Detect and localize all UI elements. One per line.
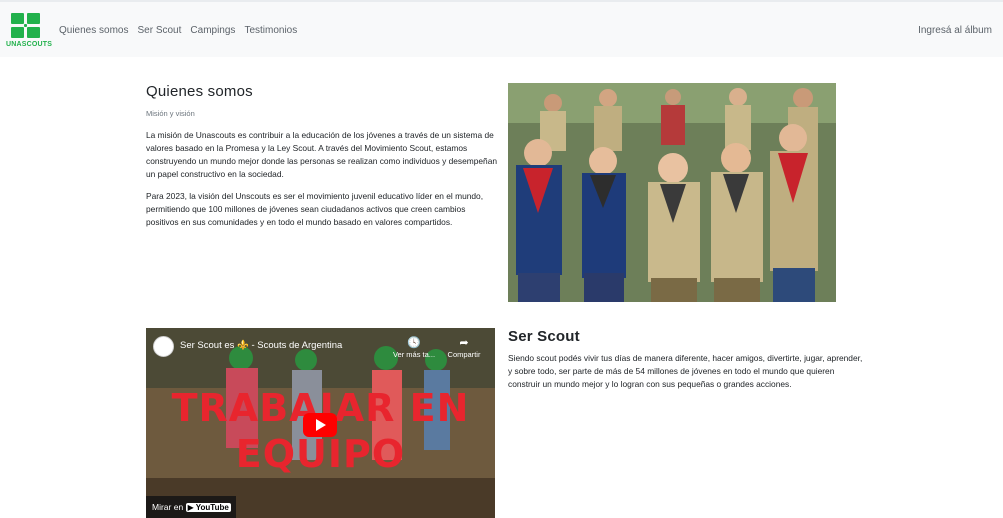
clock-icon: 🕓 [407,337,421,349]
video-overlay-line2: EQUIPO [235,432,406,476]
watch-later-label: Ver más ta... [392,350,436,359]
watch-later-button[interactable]: 🕓 Ver más ta... [389,336,439,359]
play-icon[interactable] [303,413,337,437]
quienes-somos-title: Quienes somos [146,83,253,100]
nav-campings[interactable]: Campings [190,25,235,36]
watch-on-label: Mirar en [152,502,184,512]
nav-testimonios[interactable]: Testimonios [244,25,297,36]
nav-ser-scout[interactable]: Ser Scout [137,25,181,36]
share-label: Compartir [447,350,481,359]
mision-paragraph: La misión de Unascouts es contribuir a l… [146,130,498,179]
share-button[interactable]: ➦ Compartir [439,336,489,359]
ser-scout-title: Ser Scout [508,328,580,345]
vision-paragraph: Para 2023, la visión del Unscouts es ser… [146,191,484,227]
quienes-somos-section: Quienes somos Misión y visión La misión … [146,83,498,229]
scouts-photo-illustration [508,83,836,302]
brand-logo-link[interactable]: UNASCOUTS [6,13,53,48]
channel-avatar[interactable] [153,336,174,357]
brand-name: UNASCOUTS [6,41,53,48]
video-title[interactable]: Ser Scout es ⚜️ - Scouts de Argentina [180,340,342,351]
share-icon: ➦ [459,337,469,349]
youtube-video-embed[interactable]: Ser Scout es ⚜️ - Scouts de Argentina 🕓 … [146,328,495,518]
ser-scout-paragraph: Siendo scout podés vivir tus días de man… [508,353,863,389]
unascouts-logo-icon [11,13,41,39]
nav-links: Quienes somos Ser Scout Campings Testimo… [59,25,297,36]
mision-vision-subtitle: Misión y visión [146,109,195,118]
ser-scout-section: Ser Scout Siendo scout podés vivir tus d… [508,328,868,391]
scouts-saluting-photo [508,83,836,302]
nav-quienes-somos[interactable]: Quienes somos [59,25,128,36]
youtube-logo-icon: ▶ YouTube [185,503,231,512]
watch-on-youtube-button[interactable]: Mirar en ▶ YouTube [146,496,236,518]
navbar: UNASCOUTS Quienes somos Ser Scout Campin… [0,0,1003,57]
nav-ingresa-album[interactable]: Ingresá al álbum [918,25,992,36]
